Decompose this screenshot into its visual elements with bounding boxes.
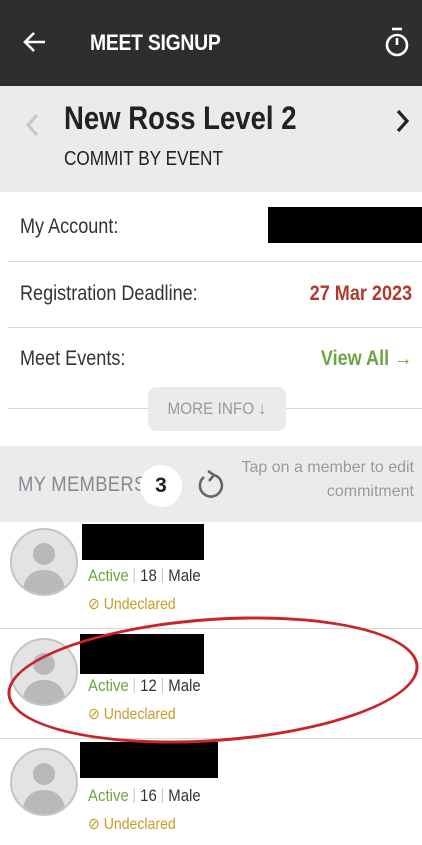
member-row[interactable]: Active 12 Male ⊘ Undeclared xyxy=(0,630,422,742)
avatar xyxy=(10,638,78,706)
divider xyxy=(8,261,422,262)
person-placeholder-icon xyxy=(22,763,66,814)
more-info-label: MORE INFO ↓ xyxy=(167,399,267,418)
person-placeholder-icon xyxy=(22,653,66,704)
member-status: Active xyxy=(88,786,129,805)
member-status: Active xyxy=(88,676,129,695)
refresh-icon[interactable] xyxy=(196,467,226,503)
meet-events-row: Meet Events: View All → xyxy=(0,333,422,385)
undeclared-icon: ⊘ xyxy=(88,596,100,613)
view-all-events-link[interactable]: View All → xyxy=(321,347,412,371)
redacted-account xyxy=(268,207,422,243)
member-row[interactable]: Active 16 Male ⊘ Undeclared xyxy=(0,740,422,845)
meet-header: New Ross Level 2 COMMIT BY EVENT xyxy=(0,86,422,192)
redacted-member-name xyxy=(82,524,204,560)
stopwatch-icon[interactable] xyxy=(384,26,410,60)
meet-name: New Ross Level 2 xyxy=(64,100,297,136)
divider xyxy=(8,327,422,328)
page-title: MEET SIGNUP xyxy=(90,30,221,55)
member-age: 12 xyxy=(140,676,157,695)
member-commitment: ⊘ Undeclared xyxy=(88,594,176,614)
members-header: MY MEMBERS 3 Tap on a member to edit com… xyxy=(0,446,422,522)
member-commitment: ⊘ Undeclared xyxy=(88,814,176,834)
undeclared-icon: ⊘ xyxy=(88,816,100,833)
person-placeholder-icon xyxy=(22,543,66,594)
redacted-member-name xyxy=(80,634,204,674)
members-label: MY MEMBERS xyxy=(18,473,147,496)
meet-events-label: Meet Events: xyxy=(20,347,126,370)
member-commitment-label: Undeclared xyxy=(103,816,176,833)
member-status: Active xyxy=(88,566,129,585)
app-header: MEET SIGNUP xyxy=(0,0,422,86)
deadline-row: Registration Deadline: 27 Mar 2023 xyxy=(0,268,422,320)
member-details: Active 16 Male xyxy=(88,786,201,806)
member-commitment-label: Undeclared xyxy=(103,596,176,613)
back-arrow-icon[interactable] xyxy=(22,22,52,62)
chevron-left-icon xyxy=(25,113,39,137)
divider xyxy=(0,738,422,739)
member-gender: Male xyxy=(168,786,201,805)
member-gender: Male xyxy=(168,676,201,695)
avatar xyxy=(10,748,78,816)
member-age: 16 xyxy=(140,786,157,805)
member-gender: Male xyxy=(168,566,201,585)
divider xyxy=(0,628,422,629)
deadline-value: 27 Mar 2023 xyxy=(309,282,412,305)
arrow-left-icon xyxy=(23,32,45,52)
member-commitment-label: Undeclared xyxy=(103,706,176,723)
members-hint: Tap on a member to edit commitment xyxy=(241,459,414,500)
chevron-right-icon xyxy=(396,109,410,133)
redacted-member-name xyxy=(80,742,218,778)
undeclared-icon: ⊘ xyxy=(88,706,100,723)
avatar xyxy=(10,528,78,596)
member-age: 18 xyxy=(140,566,157,585)
member-row[interactable]: Active 18 Male ⊘ Undeclared xyxy=(0,520,422,632)
account-label: My Account: xyxy=(20,215,119,238)
meet-commit-mode: COMMIT BY EVENT xyxy=(64,148,223,170)
member-details: Active 18 Male xyxy=(88,566,201,586)
next-meet-button[interactable] xyxy=(395,108,411,142)
more-info-button[interactable]: MORE INFO ↓ xyxy=(148,387,286,431)
previous-meet-button[interactable] xyxy=(24,112,40,146)
deadline-label: Registration Deadline: xyxy=(20,282,198,305)
members-count-badge: 3 xyxy=(140,465,182,507)
member-commitment: ⊘ Undeclared xyxy=(88,704,176,724)
member-details: Active 12 Male xyxy=(88,676,201,696)
